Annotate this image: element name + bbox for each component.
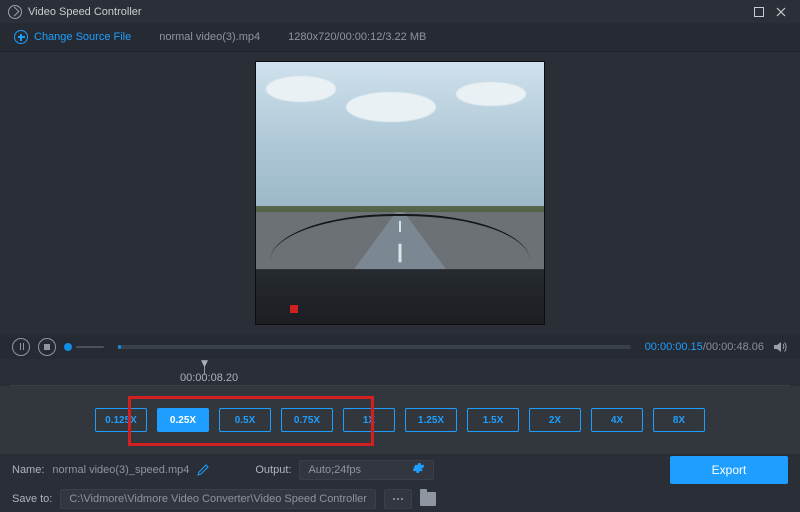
current-time: 00:00:00.15 xyxy=(645,341,703,353)
speed-option-1-25x[interactable]: 1.25X xyxy=(405,408,457,432)
app-logo-icon xyxy=(8,5,22,19)
stop-button[interactable] xyxy=(38,338,56,356)
preview-area xyxy=(0,52,800,334)
footer: Name: normal video(3)_speed.mp4 Output: … xyxy=(0,454,800,512)
save-path-field[interactable]: C:\Vidmore\Vidmore Video Converter\Video… xyxy=(60,489,376,509)
pause-button[interactable] xyxy=(12,338,30,356)
maximize-button[interactable] xyxy=(748,1,770,23)
gear-icon[interactable] xyxy=(411,461,425,478)
change-source-button[interactable]: Change Source File xyxy=(14,30,131,44)
footer-row-2: Save to: C:\Vidmore\Vidmore Video Conver… xyxy=(0,486,800,512)
speaker-icon[interactable] xyxy=(772,339,788,355)
footer-row-1: Name: normal video(3)_speed.mp4 Output: … xyxy=(0,454,800,486)
browse-path-button[interactable] xyxy=(384,489,412,509)
titlebar: Video Speed Controller xyxy=(0,0,800,23)
save-to-label: Save to: xyxy=(12,493,52,505)
timeline-row: 00:00:08.20 xyxy=(0,359,800,386)
change-source-label: Change Source File xyxy=(34,31,131,43)
name-value: normal video(3)_speed.mp4 xyxy=(52,464,189,476)
speed-option-0-75x[interactable]: 0.75X xyxy=(281,408,333,432)
player-controls: 00:00:00.15/00:00:48.06 xyxy=(0,334,800,359)
speed-option-8x[interactable]: 8X xyxy=(653,408,705,432)
progress-bar[interactable] xyxy=(118,345,631,349)
open-folder-button[interactable] xyxy=(420,492,436,506)
source-filename: normal video(3).mp4 xyxy=(159,31,260,43)
edit-name-button[interactable] xyxy=(197,464,209,476)
speed-option-0-25x[interactable]: 0.25X xyxy=(157,408,209,432)
speed-option-2x[interactable]: 2X xyxy=(529,408,581,432)
output-label: Output: xyxy=(255,464,291,476)
timeline-timestamp: 00:00:08.20 xyxy=(180,372,238,384)
timeline-marker[interactable] xyxy=(204,365,205,375)
speed-selector: 0.125X 0.25X 0.5X 0.75X 1X 1.25X 1.5X 2X 4X 8X xyxy=(0,386,800,454)
plus-circle-icon xyxy=(14,30,28,44)
export-button[interactable]: Export xyxy=(670,456,788,484)
speed-option-0-125x[interactable]: 0.125X xyxy=(95,408,147,432)
speed-option-4x[interactable]: 4X xyxy=(591,408,643,432)
close-button[interactable] xyxy=(770,1,792,23)
volume-slider[interactable] xyxy=(76,346,104,348)
source-bar: Change Source File normal video(3).mp4 1… xyxy=(0,23,800,52)
total-time: 00:00:48.06 xyxy=(706,341,764,353)
output-value: Auto;24fps xyxy=(308,464,361,476)
window-title: Video Speed Controller xyxy=(28,6,142,18)
volume-thumb[interactable] xyxy=(64,343,72,351)
video-preview[interactable] xyxy=(255,61,545,325)
speed-option-1-5x[interactable]: 1.5X xyxy=(467,408,519,432)
save-path-value: C:\Vidmore\Vidmore Video Converter\Video… xyxy=(69,493,367,505)
speed-option-1x[interactable]: 1X xyxy=(343,408,395,432)
app-window: Video Speed Controller Change Source Fil… xyxy=(0,0,800,512)
red-marker xyxy=(290,305,298,313)
speed-option-0-5x[interactable]: 0.5X xyxy=(219,408,271,432)
name-label: Name: xyxy=(12,464,44,476)
time-display: 00:00:00.15/00:00:48.06 xyxy=(645,341,764,353)
output-select[interactable]: Auto;24fps xyxy=(299,460,434,480)
source-meta: 1280x720/00:00:12/3.22 MB xyxy=(288,31,426,43)
